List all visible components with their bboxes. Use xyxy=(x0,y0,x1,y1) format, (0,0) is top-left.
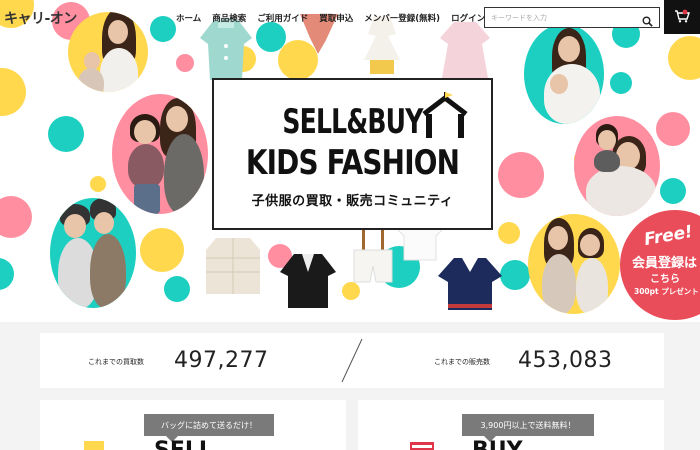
decor-dot xyxy=(0,196,32,238)
nav-product-search[interactable]: 商品検索 xyxy=(212,12,246,24)
search-box xyxy=(484,7,660,28)
coat-item xyxy=(196,16,256,84)
family-photo xyxy=(68,12,148,92)
sales-count-value: 453,083 xyxy=(518,348,613,373)
family-photo xyxy=(528,214,620,314)
hero-banner[interactable]: SELL&BUY KIDS FASHION 子供服の買取・販売コミュニティ Fr… xyxy=(0,0,700,322)
family-photo xyxy=(50,198,136,308)
divider-slash xyxy=(341,338,363,383)
search-icon[interactable] xyxy=(642,12,653,27)
decor-dot xyxy=(660,178,686,204)
hero-title-line1: SELL&BUY xyxy=(282,102,423,142)
sales-count-label: これまでの販売数 xyxy=(434,358,490,366)
jacket-item xyxy=(278,252,338,310)
badge-free-text: Free! xyxy=(642,221,695,251)
bag-icon xyxy=(84,438,108,450)
hero-subtitle: 子供服の買取・販売コミュニティ xyxy=(251,194,454,209)
family-photo xyxy=(112,94,208,214)
nav-login[interactable]: ログイン xyxy=(451,12,485,24)
decor-dot xyxy=(498,222,520,244)
search-input[interactable] xyxy=(485,13,635,22)
nav-home[interactable]: ホーム xyxy=(176,12,201,24)
decor-dot xyxy=(164,276,190,302)
nav-buyback-apply[interactable]: 買取申込 xyxy=(319,12,353,24)
free-registration-badge[interactable]: Free! 会員登録は こちら 300pt プレゼント xyxy=(620,210,700,320)
site-logo[interactable]: キャリ-オン xyxy=(4,8,77,28)
decor-dot xyxy=(0,68,26,116)
decor-dot xyxy=(656,112,690,146)
buy-tag: 3,900円以上で送料無料！ xyxy=(462,414,594,442)
decor-dot xyxy=(0,258,14,290)
sell-tag: バッグに詰めて送るだけ！ xyxy=(144,414,274,442)
vest-item xyxy=(202,236,264,296)
cart-icon xyxy=(674,8,690,27)
sweater-item xyxy=(436,256,504,312)
decor-dot xyxy=(176,54,194,72)
cart-button[interactable] xyxy=(664,0,700,34)
badge-line1: 会員登録は xyxy=(632,256,698,271)
badge-line3: 300pt プレゼント xyxy=(634,287,699,296)
nav-member-register[interactable]: メンバー登録(無料) xyxy=(364,12,440,24)
family-photo xyxy=(524,24,604,124)
decor-dot xyxy=(498,152,544,198)
stats-panel: これまでの買取数 497,277 これまでの販売数 453,083 xyxy=(40,333,664,388)
decor-dot xyxy=(48,116,84,152)
buyback-count-value: 497,277 xyxy=(174,348,269,373)
main-nav: ホーム 商品検索 ご利用ガイド 買取申込 メンバー登録(無料) ログイン xyxy=(176,12,485,24)
badge-line2: こちら xyxy=(650,274,680,285)
buy-card[interactable]: 3,900円以上で送料無料！ BUY xyxy=(358,400,664,450)
decor-dot xyxy=(500,260,530,290)
hero-title-line2: KIDS FASHION xyxy=(245,143,460,183)
hero-title-box: SELL&BUY KIDS FASHION 子供服の買取・販売コミュニティ xyxy=(212,78,493,230)
sell-title: SELL xyxy=(154,438,213,450)
dress-item xyxy=(436,20,494,80)
decor-dot xyxy=(610,72,632,94)
decor-dot xyxy=(140,228,184,272)
decor-dot xyxy=(90,176,106,192)
buyback-count-label: これまでの買取数 xyxy=(88,358,144,366)
sell-card[interactable]: バッグに詰めて送るだけ！ SELL xyxy=(40,400,346,450)
nav-guide[interactable]: ご利用ガイド xyxy=(257,12,308,24)
family-photo xyxy=(574,116,660,216)
shop-icon xyxy=(410,438,434,450)
decor-dot xyxy=(150,16,176,42)
decor-dot xyxy=(668,36,700,80)
buy-title: BUY xyxy=(472,438,523,450)
